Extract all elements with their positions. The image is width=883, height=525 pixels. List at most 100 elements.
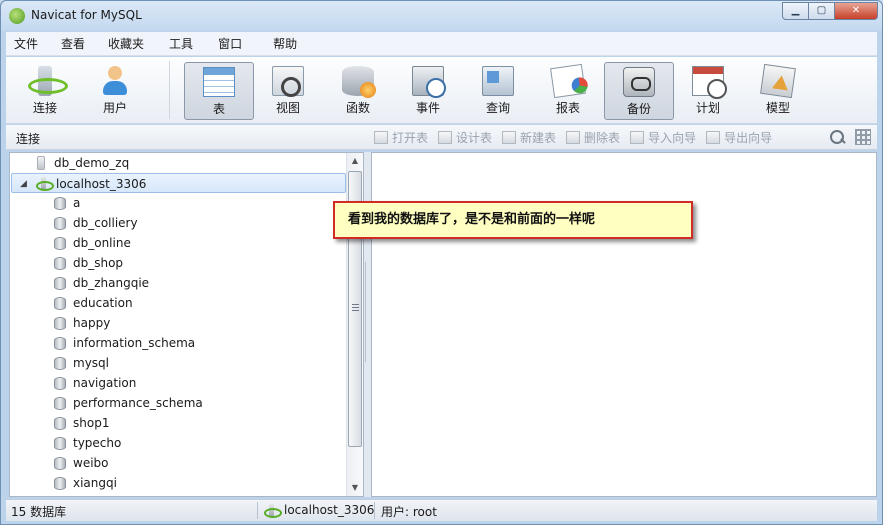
import-wizard-button[interactable]: 导入向导	[630, 129, 696, 146]
database-label: xiangqi	[73, 476, 117, 490]
collapse-arrow-icon[interactable]: ◢	[20, 174, 27, 194]
database-icon	[54, 317, 66, 330]
new-table-button[interactable]: 新建表	[502, 129, 556, 146]
query-icon	[482, 66, 514, 96]
status-divider	[374, 502, 375, 519]
navicat-app-icon	[9, 8, 25, 24]
action-label: 导出向导	[724, 131, 773, 145]
database-label: typecho	[73, 436, 122, 450]
tree-database-item[interactable]: happy	[10, 313, 347, 333]
toolbar-connection-button[interactable]: 连接	[12, 62, 78, 120]
toolbar-label: 计划	[695, 101, 720, 115]
database-label: information_schema	[73, 336, 196, 350]
view-tools	[829, 129, 871, 145]
database-label: navigation	[73, 376, 137, 390]
tree-database-item[interactable]: weibo	[10, 453, 347, 473]
database-icon	[54, 397, 66, 410]
toolbar-table-button[interactable]: 表	[184, 62, 254, 120]
menu-help[interactable]: 帮助	[251, 35, 306, 52]
toolbar-query-button[interactable]: 查询	[465, 62, 531, 120]
status-bar: 15 数据库 localhost_3306 用户: root	[6, 499, 877, 521]
view-icon	[272, 66, 304, 97]
thumb-grip-icon	[352, 304, 359, 311]
export-wizard-icon	[706, 131, 721, 144]
database-label: education	[73, 296, 133, 310]
design-table-button[interactable]: 设计表	[438, 129, 492, 146]
toolbar-label: 表	[212, 102, 225, 116]
database-label: performance_schema	[73, 396, 203, 410]
tree-database-item[interactable]: navigation	[10, 373, 347, 393]
close-button[interactable]: ✕	[834, 2, 878, 20]
menu-window[interactable]: 窗口	[202, 35, 251, 52]
database-label: a	[73, 196, 81, 210]
toolbar-backup-button[interactable]: 备份	[604, 62, 674, 120]
tree-database-item[interactable]: db_shop	[10, 253, 347, 273]
minimize-button[interactable]: ▁	[782, 2, 809, 20]
maximize-button[interactable]: ▢	[808, 2, 835, 20]
delete-table-button[interactable]: 删除表	[566, 129, 620, 146]
database-count: 15 数据库	[11, 505, 67, 519]
tree-database-item[interactable]: db_zhangqie	[10, 273, 347, 293]
database-icon	[54, 277, 66, 290]
toolbar-function-button[interactable]: 函数	[325, 62, 391, 120]
database-icon	[54, 337, 66, 350]
panel-title: 连接	[16, 132, 41, 146]
connection-icon	[264, 504, 282, 518]
scroll-down-arrow-icon[interactable]: ▼	[347, 480, 363, 496]
tree-database-item[interactable]: shop1	[10, 413, 347, 433]
table-icon	[203, 67, 235, 97]
tree-database-item[interactable]: a	[10, 193, 347, 213]
tree-database-item[interactable]: db_colliery	[10, 213, 347, 233]
tree-database-item[interactable]: typecho	[10, 433, 347, 453]
database-icon	[54, 417, 66, 430]
tree-connection-db-demo-zq[interactable]: db_demo_zq	[10, 153, 347, 173]
connection-tree: db_demo_zq ◢ localhost_3306 a db_colliery…	[10, 153, 347, 493]
connection-label: db_demo_zq	[54, 156, 130, 170]
database-label: db_colliery	[73, 216, 138, 230]
toolbar-schedule-button[interactable]: 计划	[675, 62, 741, 120]
tree-database-item[interactable]: education	[10, 293, 347, 313]
toolbar-label: 用户	[102, 101, 127, 115]
tree-database-item[interactable]: performance_schema	[10, 393, 347, 413]
connection-label: localhost_3306	[56, 177, 147, 191]
event-icon	[412, 66, 446, 98]
grid-view-icon[interactable]	[855, 129, 871, 145]
menu-file[interactable]: 文件	[6, 35, 47, 52]
database-icon	[54, 377, 66, 390]
toolbar-label: 查询	[485, 101, 510, 115]
open-table-button[interactable]: 打开表	[374, 129, 428, 146]
menu-view[interactable]: 查看	[47, 35, 94, 52]
status-connection: localhost_3306	[284, 503, 375, 517]
menu-favorites[interactable]: 收藏夹	[94, 35, 153, 52]
title-bar[interactable]: Navicat for MySQL ▁ ▢ ✕	[1, 1, 882, 31]
tree-database-item[interactable]: db_online	[10, 233, 347, 253]
database-icon	[54, 197, 66, 210]
app-window: Navicat for MySQL ▁ ▢ ✕ 文件 查看 收藏夹 工具 窗口 …	[0, 0, 883, 525]
tree-database-item[interactable]: xiangqi	[10, 473, 347, 493]
object-toolbar: 连接 打开表 设计表 新建表 删除表 导入向导 导出向导	[6, 125, 877, 150]
toolbar-model-button[interactable]: 模型	[745, 62, 811, 120]
menu-tools[interactable]: 工具	[153, 35, 202, 52]
status-divider	[257, 502, 258, 519]
object-actions: 打开表 设计表 新建表 删除表 导入向导 导出向导	[374, 129, 782, 146]
scroll-up-arrow-icon[interactable]: ▲	[347, 153, 363, 169]
delete-table-icon	[566, 131, 581, 144]
tree-database-item[interactable]: mysql	[10, 353, 347, 373]
action-label: 新建表	[520, 131, 557, 145]
tree-database-item[interactable]: information_schema	[10, 333, 347, 353]
action-label: 导入向导	[648, 131, 697, 145]
search-icon[interactable]	[829, 129, 845, 145]
new-table-icon	[502, 131, 517, 144]
toolbar-user-button[interactable]: 用户	[82, 62, 148, 120]
tree-connection-localhost[interactable]: ◢ localhost_3306	[11, 173, 346, 193]
toolbar-report-button[interactable]: 报表	[535, 62, 601, 120]
database-icon	[54, 457, 66, 470]
annotation-callout: 看到我的数据库了，是不是和前面的一样呢	[333, 201, 693, 239]
database-icon	[54, 357, 66, 370]
database-icon	[54, 477, 66, 490]
import-wizard-icon	[630, 131, 645, 144]
toolbar-event-button[interactable]: 事件	[395, 62, 461, 120]
export-wizard-button[interactable]: 导出向导	[706, 129, 772, 146]
toolbar-view-button[interactable]: 视图	[255, 62, 321, 120]
report-icon	[550, 63, 586, 99]
